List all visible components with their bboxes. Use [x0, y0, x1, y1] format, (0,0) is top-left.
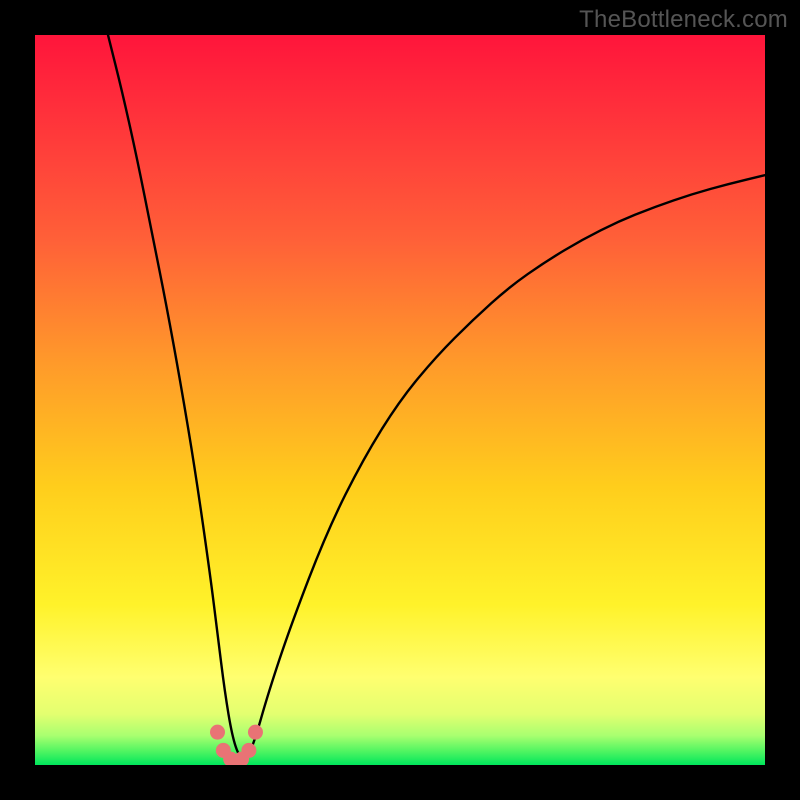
chart-frame: TheBottleneck.com [0, 0, 800, 800]
valley-dot [210, 725, 225, 740]
watermark-text: TheBottleneck.com [579, 6, 788, 34]
valley-dot [241, 743, 256, 758]
valley-dot [248, 725, 263, 740]
chart-plot [35, 35, 765, 765]
